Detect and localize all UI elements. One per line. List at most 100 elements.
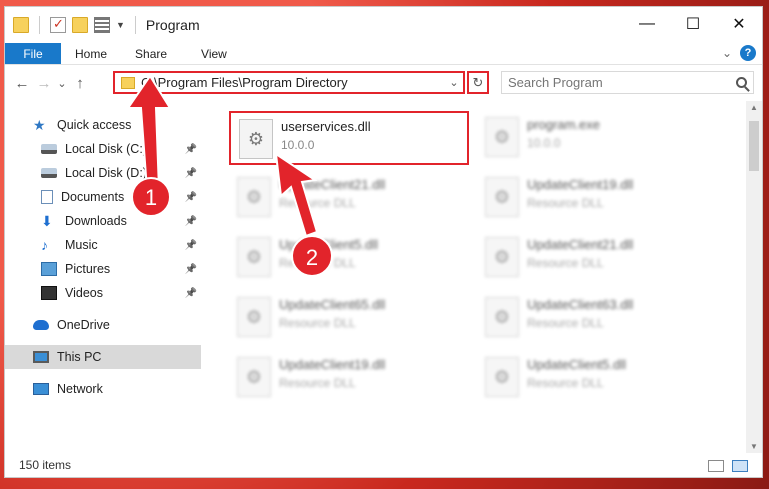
file-name: userservices.dll [281,119,371,134]
minimize-button[interactable]: — [624,7,670,41]
recent-locations-dropdown[interactable]: ⌄ [55,77,69,90]
file-text: UpdateClient5.dll Resource DLL [527,351,626,390]
this-pc-icon [33,351,49,363]
customize-toolbar-dropdown-icon[interactable]: ▼ [116,20,125,30]
address-folder-icon [121,76,135,89]
view-toggle [708,460,748,472]
ribbon-right-controls: ⌄ ? [722,45,756,61]
file-tile[interactable]: ⚙ UpdateClient5.dll Resource DLL [477,351,717,405]
address-dropdown-icon[interactable]: ⌄ [445,76,463,89]
nav-item-label: Downloads [65,214,127,228]
refresh-button[interactable]: ↻ [467,71,489,94]
dll-gear-icon: ⚙ [485,177,519,217]
address-row: ← → ⌄ ↑ C:\Program Files\Program Directo… [5,65,762,101]
tab-share[interactable]: Share [121,43,181,64]
nav-item-downloads[interactable]: ⬇ Downloads 📌 [5,209,201,233]
content-area: ★ Quick access Local Disk (C:) 📌 Local Disk … [5,101,762,453]
file-text: userservices.dll 10.0.0 [281,113,371,152]
nav-item-network[interactable]: Network [5,377,201,401]
search-input[interactable] [508,75,736,90]
dll-gear-icon: ⚙ [239,119,273,159]
tab-file[interactable]: File [5,43,61,64]
file-name: UpdateClient19.dll [527,177,634,192]
scroll-down-icon[interactable]: ▼ [746,442,762,451]
nav-item-quick-access[interactable]: ★ Quick access [5,113,201,137]
pin-icon[interactable]: 📌 [185,240,197,251]
pin-icon[interactable]: 📌 [185,144,197,155]
pin-icon[interactable]: 📌 [185,216,197,227]
file-tile[interactable]: ⚙ program.exe 10.0.0 [477,111,717,165]
file-text: UpdateClient65.dll Resource DLL [279,291,385,330]
file-tile[interactable]: ⚙ UpdateClient65.dll Resource DLL [229,291,469,345]
nav-item-this-pc[interactable]: This PC [5,345,201,369]
file-tile-selected[interactable]: ⚙ userservices.dll 10.0.0 [229,111,469,165]
file-text: UpdateClient5.dll Resource DLL [279,231,378,270]
file-tile[interactable]: ⚙ UpdateClient21.dll Resource DLL [477,231,717,285]
search-box[interactable] [501,71,754,94]
file-description: Resource DLL [279,196,356,210]
file-name: UpdateClient19.dll [279,357,386,372]
pin-icon[interactable]: 📌 [185,288,197,299]
address-path[interactable]: C:\Program Files\Program Directory [141,75,445,90]
expand-ribbon-icon[interactable]: ⌄ [722,46,732,60]
quick-access-toolbar: ▼ [5,16,140,34]
pin-icon[interactable]: 📌 [185,264,197,275]
nav-item-onedrive[interactable]: OneDrive [5,313,201,337]
file-tile[interactable]: ⚙ UpdateClient19.dll Resource DLL [229,351,469,405]
dll-gear-icon: ⚙ [485,297,519,337]
properties-check-icon[interactable] [50,16,66,33]
pin-icon[interactable]: 📌 [185,192,197,203]
folder-icon[interactable] [13,17,29,33]
nav-item-local-disk-c[interactable]: Local Disk (C:) 📌 [5,137,201,161]
maximize-button[interactable]: ☐ [670,7,716,41]
navigation-pane: ★ Quick access Local Disk (C:) 📌 Local Disk … [5,101,201,453]
view-properties-icon[interactable] [94,17,110,33]
help-icon[interactable]: ? [740,45,756,61]
nav-item-label: Local Disk (D:) [65,166,147,180]
nav-item-label: Local Disk (C:) [65,142,147,156]
file-description: Resource DLL [527,256,604,270]
dll-gear-icon: ⚙ [485,357,519,397]
nav-item-local-disk-d[interactable]: Local Disk (D:) 📌 [5,161,201,185]
tab-view[interactable]: View [181,43,241,64]
pin-icon[interactable]: 📌 [185,168,197,179]
file-tile[interactable]: ⚙ UpdateClient21.dll Resource DLL [229,171,469,225]
nav-item-label: Quick access [57,118,132,132]
nav-item-documents[interactable]: Documents 📌 [5,185,201,209]
disk-icon [41,144,57,154]
new-folder-icon[interactable] [72,17,88,33]
status-bar: 150 items [5,453,762,477]
ribbon-tabs: File Home Share View ⌄ ? [5,43,762,65]
file-name: UpdateClient21.dll [279,177,386,192]
file-tile[interactable]: ⚙ UpdateClient63.dll Resource DLL [477,291,717,345]
details-view-icon[interactable] [708,460,724,472]
tab-home[interactable]: Home [61,43,121,64]
nav-item-music[interactable]: ♪ Music 📌 [5,233,201,257]
forward-button[interactable]: → [33,75,55,92]
file-name: UpdateClient65.dll [279,297,386,312]
file-description: 10.0.0 [527,136,561,150]
file-text: UpdateClient21.dll Resource DLL [279,171,385,210]
scrollbar-thumb[interactable] [749,121,759,171]
file-name: UpdateClient21.dll [527,237,634,252]
nav-item-label: This PC [57,350,102,364]
vertical-scrollbar[interactable]: ▲ ▼ [746,101,762,453]
file-tile[interactable]: ⚙ UpdateClient19.dll Resource DLL [477,171,717,225]
file-tile[interactable]: ⚙ UpdateClient5.dll Resource DLL [229,231,469,285]
search-icon[interactable] [736,77,747,88]
up-button[interactable]: ↑ [69,75,91,92]
tiles-view-icon[interactable] [732,460,748,472]
nav-item-label: Network [57,382,103,396]
file-explorer-window: ▼ Program — ☐ ✕ File Home Share View ⌄ ?… [4,6,763,478]
nav-item-pictures[interactable]: Pictures 📌 [5,257,201,281]
dll-gear-icon: ⚙ [237,177,271,217]
onedrive-icon [33,320,49,330]
nav-item-videos[interactable]: Videos 📌 [5,281,201,305]
back-button[interactable]: ← [11,75,33,92]
file-description: Resource DLL [279,376,356,390]
file-text: UpdateClient21.dll Resource DLL [527,231,633,270]
nav-item-label: OneDrive [57,318,110,332]
close-button[interactable]: ✕ [716,7,762,41]
scroll-up-icon[interactable]: ▲ [746,103,762,112]
address-bar[interactable]: C:\Program Files\Program Directory ⌄ [113,71,465,94]
